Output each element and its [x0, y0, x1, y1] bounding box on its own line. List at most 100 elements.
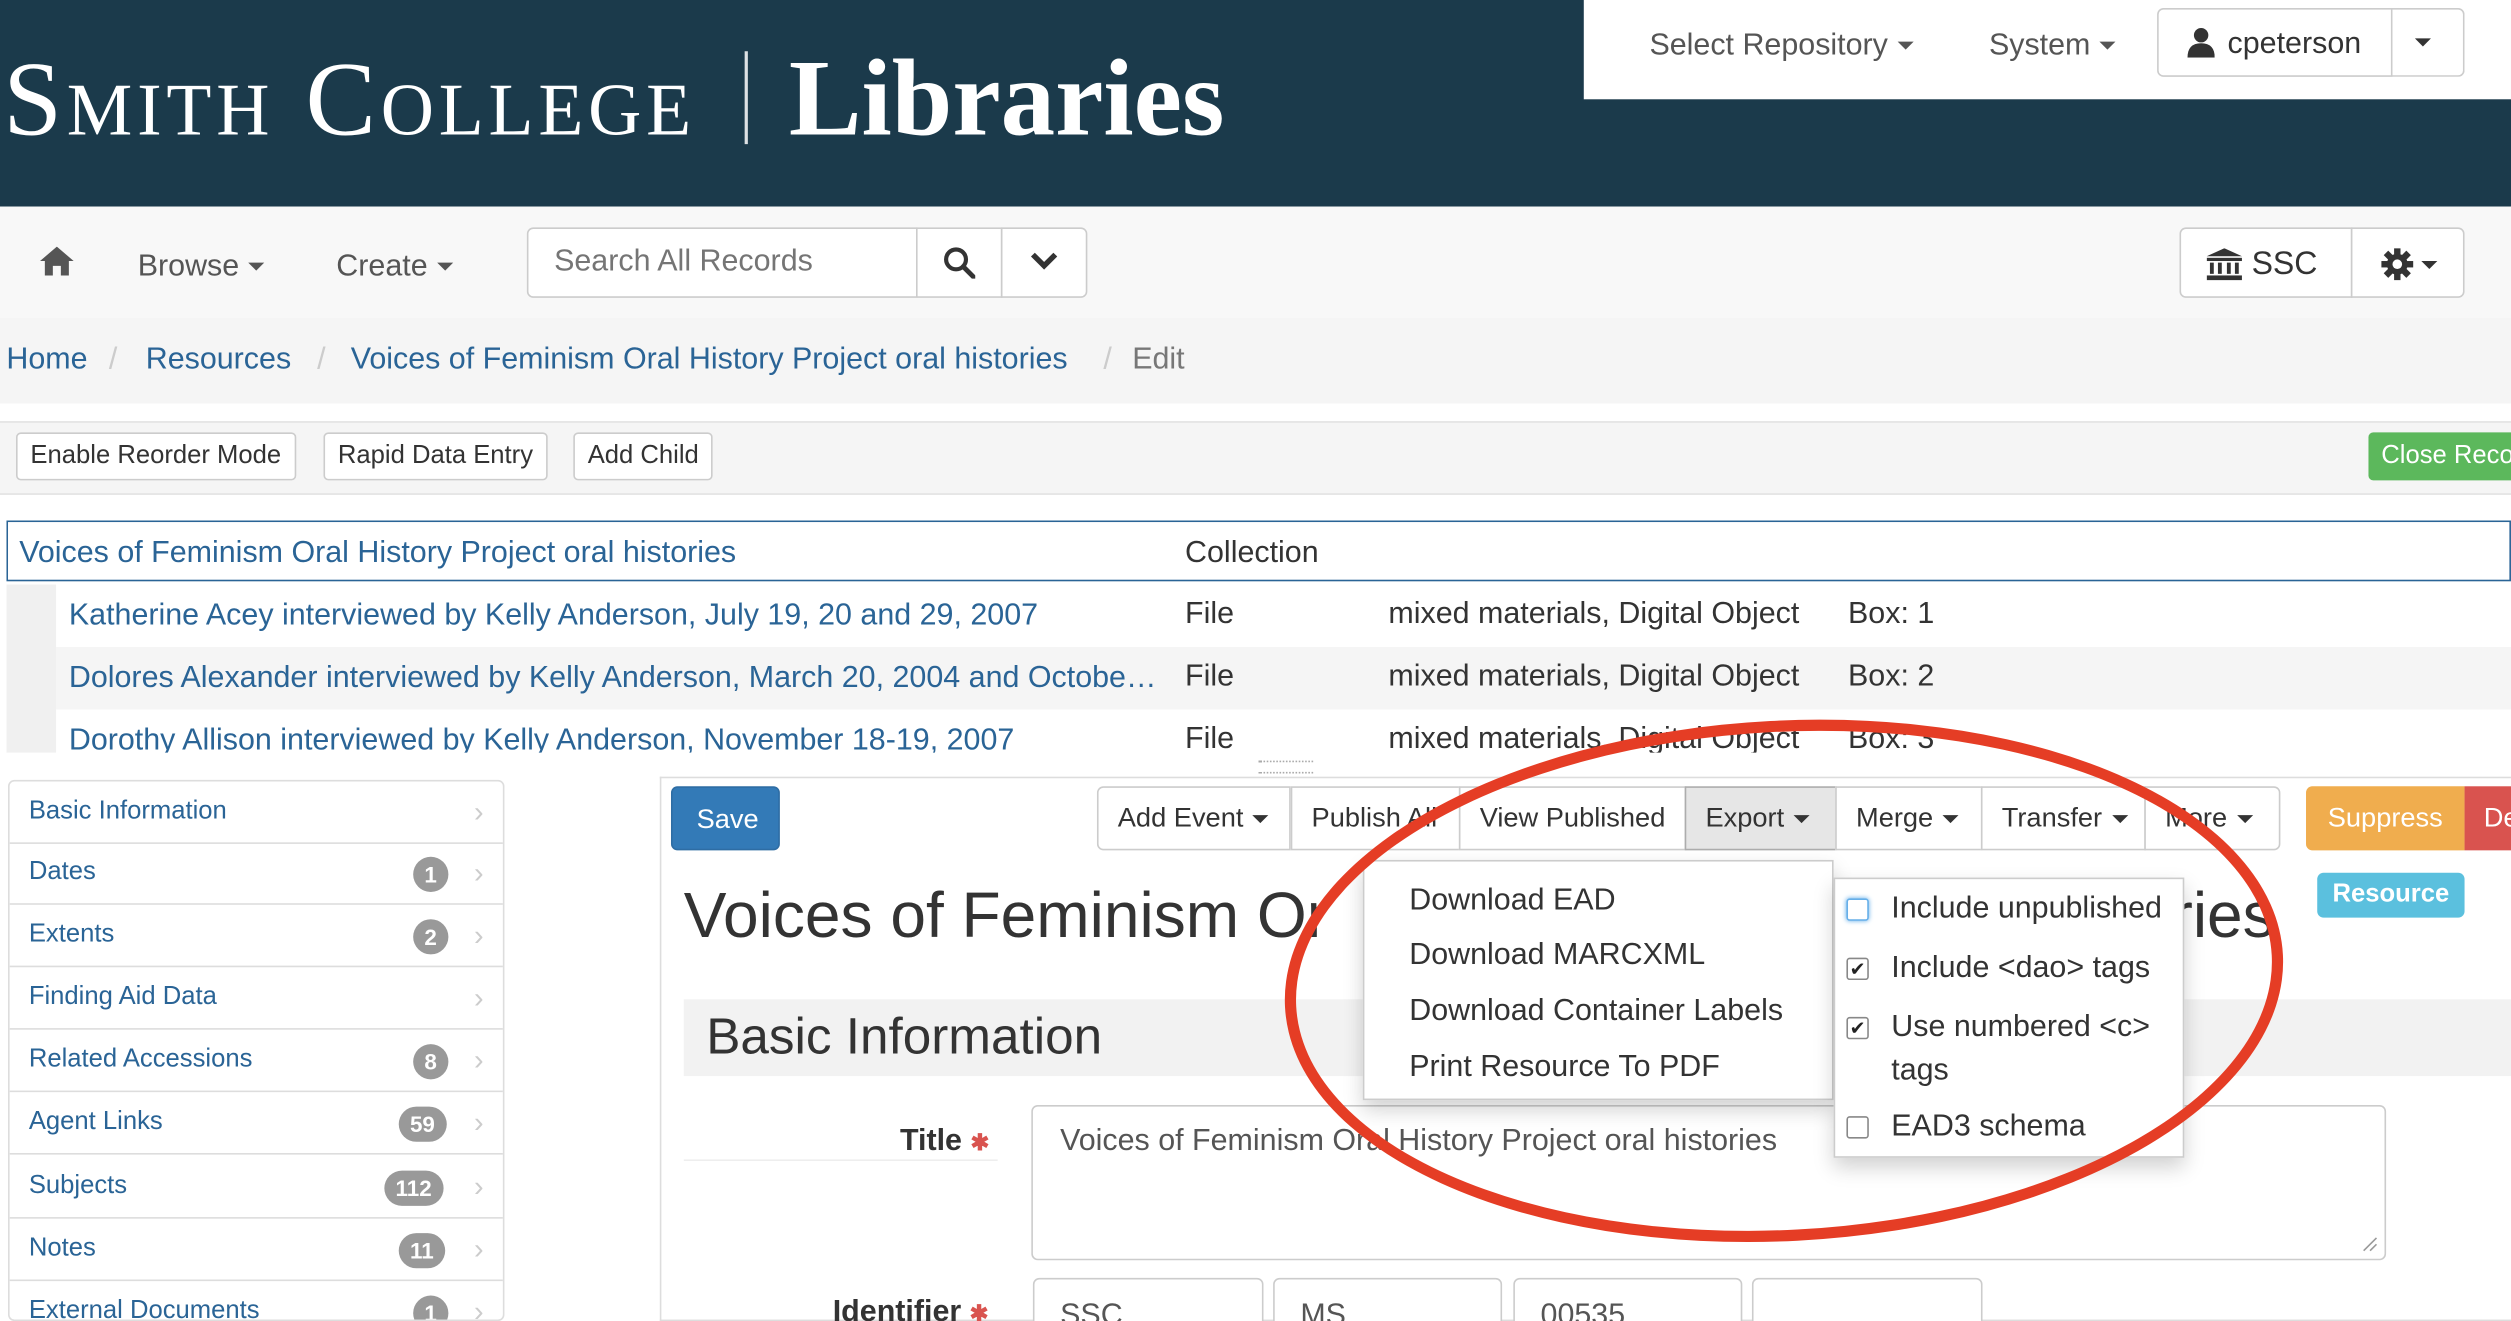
add-child-button[interactable]: Add Child [573, 432, 714, 481]
sidebar-item-subjects[interactable]: Subjects 112 › [9, 1156, 503, 1219]
brand-logo[interactable]: Smith College Libraries [3, 35, 1224, 162]
resize-grip-icon[interactable] [2362, 1236, 2378, 1252]
breadcrumb-current: Edit [1132, 342, 1185, 377]
merge-button[interactable]: Merge [1835, 786, 1983, 851]
identifier-field-4[interactable] [1751, 1277, 1983, 1321]
add-event-label: Add Event [1117, 802, 1244, 833]
section-heading-text: Basic Information [706, 1007, 1103, 1065]
sidebar-item-label: Subjects [28, 1172, 128, 1200]
publish-all-button[interactable]: Publish All [1290, 786, 1461, 851]
system-label: System [1988, 28, 2091, 63]
system-menu[interactable]: System [1988, 28, 2117, 64]
identifier-label: Identifier ✱ [833, 1296, 989, 1321]
tree-indent [6, 584, 57, 647]
ead3-schema-checkbox[interactable] [1846, 1116, 1869, 1139]
tree-row[interactable]: Dorothy Allison interviewed by Kelly And… [6, 709, 2511, 753]
transfer-button[interactable]: Transfer [1980, 786, 2146, 851]
add-event-button[interactable]: Add Event [1096, 786, 1291, 851]
tree-row[interactable]: Katherine Acey interviewed by Kelly Ande… [6, 584, 2511, 647]
identifier-field-3[interactable]: 00535 [1513, 1277, 1743, 1321]
count-badge: 8 [413, 1044, 449, 1080]
sidebar-item-external-documents[interactable]: External Documents 1 › [10, 1281, 503, 1320]
title-label-text: Title [899, 1124, 962, 1158]
tree-resize-handle[interactable] [1258, 760, 1314, 774]
rapid-data-entry-button[interactable]: Rapid Data Entry [323, 432, 548, 481]
repository-button[interactable]: SSC [2179, 227, 2353, 298]
option-label: Use numbered <c> [1891, 1010, 2151, 1045]
tree-root-level: Collection [1185, 536, 1319, 571]
transfer-label: Transfer [2001, 802, 2103, 833]
sidebar-item-finding-aid-data[interactable]: Finding Aid Data › [9, 967, 503, 1030]
identifier-part: 00535 [1540, 1298, 1626, 1321]
more-button[interactable]: More [2144, 786, 2281, 851]
download-ead-item[interactable]: Download EAD [1409, 884, 1615, 919]
home-icon[interactable] [40, 246, 74, 276]
export-button[interactable]: Export [1684, 786, 1837, 851]
tree-row-title[interactable]: Katherine Acey interviewed by Kelly Ande… [69, 599, 1038, 634]
sidebar-item-agent-links[interactable]: Agent Links 59 › [9, 1092, 503, 1155]
tree-row-level: File [1185, 659, 1235, 694]
sidebar-item-label: Finding Aid Data [28, 983, 217, 1011]
settings-menu[interactable] [2350, 227, 2465, 298]
breadcrumb-resources[interactable]: Resources [146, 343, 291, 378]
username: cpeterson [2227, 27, 2362, 61]
sidebar-item-basic-information[interactable]: Basic Information › [9, 781, 503, 844]
view-published-label: View Published [1479, 802, 1666, 833]
delete-button[interactable]: Delete [2464, 786, 2511, 851]
required-icon: ✱ [970, 1128, 990, 1155]
sidebar-item-extents[interactable]: Extents 2 › [9, 905, 503, 968]
user-button[interactable]: cpeterson [2157, 8, 2393, 77]
suppress-button[interactable]: Suppress [2306, 786, 2465, 851]
count-badge: 11 [398, 1233, 445, 1269]
breadcrumb-home[interactable]: Home [6, 343, 87, 378]
save-button[interactable]: Save [670, 786, 780, 851]
repository-label: SSC [2251, 246, 2318, 282]
title-label: Title ✱ [900, 1124, 989, 1159]
chevron-down-icon [1253, 815, 1270, 824]
option-label-continued: tags [1891, 1053, 1949, 1088]
tree-indent [6, 709, 57, 753]
sidebar-item-notes[interactable]: Notes 11 › [9, 1219, 503, 1282]
view-published-button[interactable]: View Published [1458, 786, 1687, 851]
user-menu-toggle[interactable] [2392, 8, 2465, 77]
include-unpublished-checkbox[interactable] [1846, 898, 1869, 921]
browse-menu[interactable]: Browse [138, 250, 265, 285]
brand-divider [744, 51, 748, 145]
merge-label: Merge [1856, 802, 1934, 833]
chevron-down-icon [2421, 261, 2438, 270]
tree-indent [6, 646, 57, 710]
numbered-c-checkbox[interactable]: ✔ [1846, 1016, 1869, 1040]
download-container-labels-item[interactable]: Download Container Labels [1409, 994, 1783, 1029]
enable-reorder-button[interactable]: Enable Reorder Mode [16, 432, 296, 481]
sidebar-item-label: Related Accessions [28, 1045, 253, 1073]
include-dao-checkbox[interactable]: ✔ [1846, 957, 1869, 981]
chevron-right-icon: › [474, 856, 484, 889]
sidebar-item-dates[interactable]: Dates 1 › [9, 842, 503, 905]
record-title-end: ries [2171, 880, 2275, 952]
tree-row-title[interactable]: Dorothy Allison interviewed by Kelly And… [69, 724, 1014, 753]
search-input[interactable] [526, 227, 918, 298]
identifier-field-1[interactable]: SSC [1032, 1277, 1264, 1321]
search-options-toggle[interactable] [1000, 227, 1088, 298]
user-icon [2187, 28, 2215, 58]
create-menu[interactable]: Create [336, 250, 454, 285]
tree-root-row[interactable]: Voices of Feminism Oral History Project … [6, 520, 2511, 582]
browse-label: Browse [137, 249, 240, 284]
download-marcxml-item[interactable]: Download MARCXML [1409, 938, 1705, 973]
required-icon: ✱ [969, 1300, 989, 1321]
identifier-field-2[interactable]: MS [1273, 1277, 1503, 1321]
count-badge: 2 [413, 919, 449, 955]
select-repository-menu[interactable]: Select Repository [1649, 29, 1914, 64]
print-resource-pdf-item[interactable]: Print Resource To PDF [1409, 1051, 1720, 1086]
tree-root-title[interactable]: Voices of Feminism Oral History Project … [19, 536, 736, 571]
tree-row[interactable]: Dolores Alexander interviewed by Kelly A… [6, 646, 2511, 710]
close-record-button[interactable]: Close Record [2368, 432, 2511, 481]
search-button[interactable] [916, 227, 1003, 298]
tree-row-title[interactable]: Dolores Alexander interviewed by Kelly A… [69, 661, 1157, 696]
brand-college: Smith College [3, 41, 696, 159]
breadcrumb-resource[interactable]: Voices of Feminism Oral History Project … [351, 343, 1068, 378]
chevron-right-icon: › [474, 1233, 484, 1266]
sidebar-item-related-accessions[interactable]: Related Accessions 8 › [9, 1030, 503, 1093]
export-dropdown: Download EAD Download MARCXML Download C… [1362, 859, 1834, 1101]
search-icon [944, 247, 976, 279]
